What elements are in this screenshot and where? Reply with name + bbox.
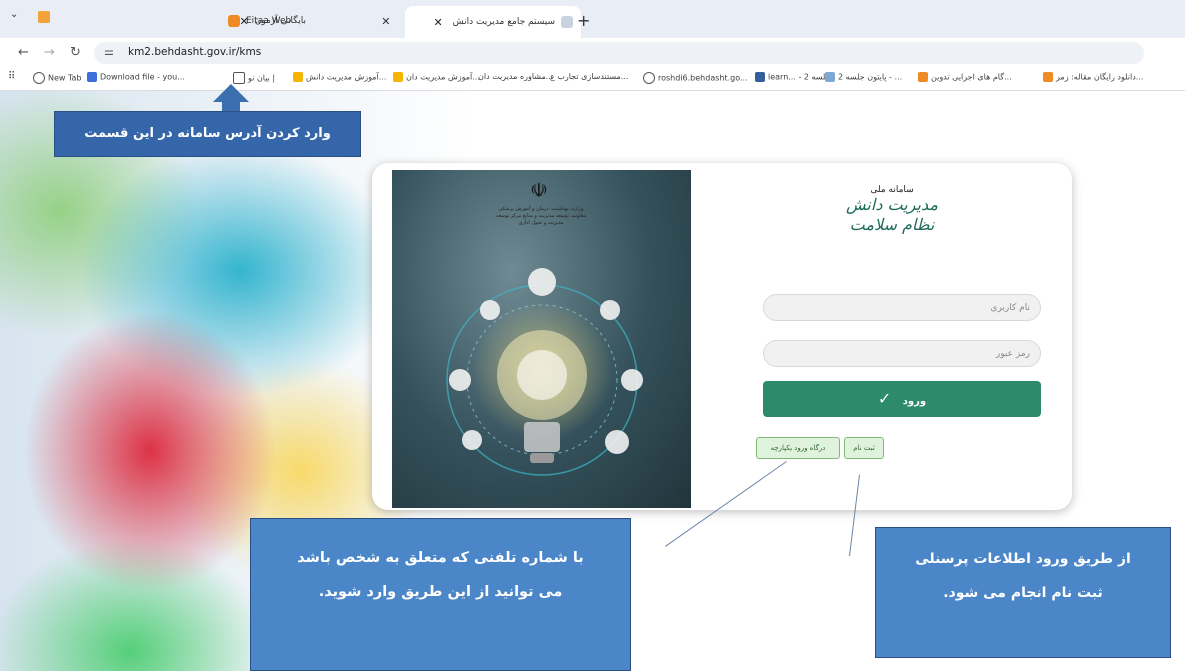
bookmark-favicon-icon [755, 72, 765, 82]
tab-eitaa[interactable]: Eitaa Web ✕ [220, 8, 416, 34]
phone-callout-line2: می توانید از این طریق وارد شوید. [318, 584, 563, 600]
bookmark-new-tab[interactable]: New Tab [30, 72, 82, 84]
callout-arrow-stem [222, 101, 240, 111]
logo-line1: مدیریت دانش [846, 195, 938, 214]
kms-logo: سامانه ملی مدیریت دانش نظام سلامت [842, 185, 942, 235]
bookmarks-bar: ⠿ New Tab Download file - you... بیان نو… [0, 68, 1185, 91]
bookmark-favicon-icon [293, 72, 303, 82]
bookmark-km-training-2[interactable]: آموزش مدیریت دان... [390, 72, 480, 82]
address-bar: ← → ↻ ⚌ km2.behdasht.gov.ir/kms [0, 38, 1185, 68]
bookmark-download-file[interactable]: Download file - you... [84, 72, 185, 82]
bookmark-python[interactable]: پایتون جلسه 2 - ... [822, 72, 902, 82]
bookmark-favicon-icon [1043, 72, 1053, 82]
bookmark-favicon-icon [825, 72, 835, 82]
bookmark-steps[interactable]: گام های اجرایی تدوین... [915, 72, 1012, 82]
back-icon[interactable]: ← [18, 45, 29, 60]
bookmark-bayan[interactable]: بیان نو | [230, 72, 275, 84]
login-card: ☫ وزارت بهداشت، درمان و آموزش پزشکی معاو… [372, 163, 1072, 510]
phone-login-callout: با شماره تلفنی که متعلق به شخص باشد می ت… [250, 518, 631, 671]
login-label: ورود [902, 396, 927, 407]
close-tab-icon[interactable]: ✕ [433, 16, 442, 29]
reload-icon[interactable]: ↻ [70, 45, 81, 60]
close-tab-icon[interactable]: ✕ [381, 15, 390, 28]
globe-icon [643, 72, 655, 84]
username-field[interactable]: نام کاربری [763, 294, 1041, 321]
bookmark-km-consult[interactable]: مشاوره مدیریت دان... [478, 72, 553, 81]
bookmark-favicon-icon [393, 72, 403, 82]
bookmark-free-article[interactable]: دانلود رایگان مقاله: زمر... [1040, 72, 1143, 82]
bookmark-roshd[interactable]: roshdi6.behdasht.go... [640, 72, 748, 84]
register-callout: از طریق ورود اطلاعات پرسنلی ثبت نام انجا… [875, 527, 1171, 658]
page-favicon-icon [561, 16, 573, 28]
bookmark-learn[interactable]: learn... - 2 جلسه [752, 72, 831, 82]
forward-icon[interactable]: → [44, 45, 55, 60]
url-text[interactable]: km2.behdasht.gov.ir/kms [128, 46, 261, 58]
globe-icon [33, 72, 45, 84]
hero-image: ☫ وزارت بهداشت، درمان و آموزش پزشکی معاو… [392, 170, 691, 508]
bookmark-favicon-icon [918, 72, 928, 82]
password-field[interactable]: رمز عبور [763, 340, 1041, 367]
register-button[interactable]: ثبت نام [844, 437, 884, 459]
callout-arrow-icon [213, 84, 249, 102]
logo-subtitle: سامانه ملی [870, 185, 914, 195]
address-callout: وارد کردن آدرس سامانه در این قسمت [54, 111, 361, 157]
eitaa-favicon-icon [228, 15, 240, 27]
browser-tab-bar: ⌄ بایگانی آزمون ✕ Eitaa Web ✕ سیستم جامع… [0, 0, 1185, 38]
bookmark-experience-docs[interactable]: مستندسازی تجارب ع... [550, 72, 628, 81]
bookmark-favicon-icon [87, 72, 97, 82]
tab-label: Eitaa Web [246, 16, 292, 26]
tab-kms[interactable]: سیستم جامع مدیریت دانش ✕ [405, 6, 581, 38]
register-callout-line1: از طریق ورود اطلاعات پرسنلی [915, 551, 1131, 567]
register-callout-line2: ثبت نام انجام می شود. [943, 585, 1103, 601]
tab-label: سیستم جامع مدیریت دانش [452, 17, 555, 27]
url-omnibox[interactable]: ⚌ km2.behdasht.gov.ir/kms [94, 42, 1144, 64]
tab-search-chevron-icon[interactable]: ⌄ [10, 9, 18, 20]
logo-line2: نظام سلامت [849, 215, 935, 234]
new-tab-icon[interactable]: + [577, 11, 590, 30]
site-info-icon[interactable]: ⚌ [104, 45, 114, 58]
apps-grid-icon[interactable]: ⠿ [8, 71, 15, 82]
checkmark-icon: ✓ [877, 389, 892, 408]
sso-login-button[interactable]: درگاه ورود یکپارچه [756, 437, 840, 459]
lightbulb-illustration [446, 268, 643, 476]
bookmark-favicon-icon [233, 72, 245, 84]
phone-callout-line1: با شماره تلفنی که متعلق به شخص باشد [297, 550, 584, 566]
bookmark-km-training-1[interactable]: آموزش مدیریت دانش... [290, 72, 386, 82]
app-icon[interactable] [38, 11, 50, 23]
login-button[interactable]: ورود ✓ [763, 381, 1041, 417]
